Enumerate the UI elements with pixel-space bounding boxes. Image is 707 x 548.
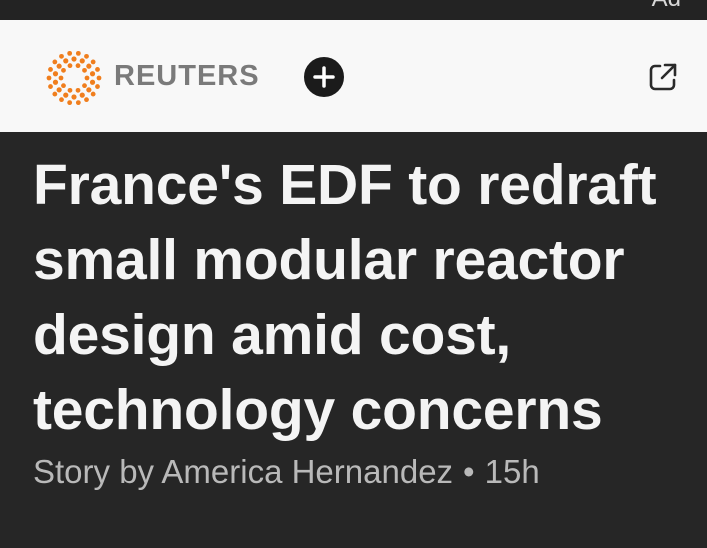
logo-dot: [61, 67, 66, 73]
logo-dot: [67, 50, 73, 56]
logo-dot: [86, 87, 92, 93]
logo-dot: [67, 100, 73, 106]
logo-dot: [56, 87, 62, 93]
follow-button[interactable]: [304, 57, 344, 97]
logo-dot: [95, 67, 100, 72]
article-headline[interactable]: France's EDF to redraft small modular re…: [33, 148, 693, 448]
logo-dot: [86, 63, 92, 69]
byline-separator: •: [463, 453, 475, 490]
logo-dot: [75, 50, 81, 56]
logo-dot: [89, 71, 96, 77]
logo-dot: [79, 58, 85, 64]
open-external-icon: [649, 63, 677, 91]
logo-dot: [52, 71, 59, 77]
open-in-browser-button[interactable]: [648, 62, 678, 92]
logo-dot: [52, 59, 58, 65]
logo-dot: [63, 58, 69, 64]
logo-dot: [89, 79, 96, 85]
logo-dot: [75, 87, 81, 93]
logo-dot: [90, 59, 96, 65]
logo-dot: [63, 92, 69, 98]
publisher-name[interactable]: REUTERS: [114, 60, 260, 92]
logo-dot: [48, 67, 53, 72]
reuters-logo-icon: [46, 50, 102, 106]
logo-dot: [82, 83, 87, 89]
logo-dot: [52, 79, 59, 85]
logo-dot: [67, 63, 73, 69]
logo-dot: [95, 84, 100, 89]
logo-dot: [84, 53, 89, 59]
logo-dot: [75, 63, 81, 69]
logo-dot: [79, 92, 85, 98]
logo-dot: [59, 53, 64, 59]
article-age: 15h: [484, 453, 540, 490]
byline-prefix: Story by: [33, 453, 155, 490]
ad-label: Ad: [652, 0, 681, 13]
publisher-header: REUTERS: [0, 20, 707, 132]
article-byline: Story by America Hernandez • 15h: [33, 450, 693, 494]
plus-icon: [313, 66, 335, 88]
logo-dot: [84, 75, 90, 81]
logo-dot: [82, 67, 87, 73]
logo-dot: [84, 97, 89, 103]
logo-dot: [58, 75, 64, 81]
top-strip: Ad: [0, 0, 707, 20]
logo-dot: [56, 63, 62, 69]
author-name[interactable]: America Hernandez: [161, 453, 453, 490]
logo-dot: [71, 94, 77, 100]
logo-dot: [46, 75, 52, 81]
article-header: France's EDF to redraft small modular re…: [33, 148, 693, 494]
logo-dot: [59, 97, 64, 103]
logo-dot: [48, 84, 53, 89]
logo-dot: [90, 91, 96, 97]
logo-dot: [61, 83, 66, 89]
logo-dot: [75, 100, 81, 106]
logo-dot: [96, 75, 102, 81]
logo-dot: [52, 91, 58, 97]
logo-dot: [71, 56, 77, 62]
logo-dot: [67, 87, 73, 93]
